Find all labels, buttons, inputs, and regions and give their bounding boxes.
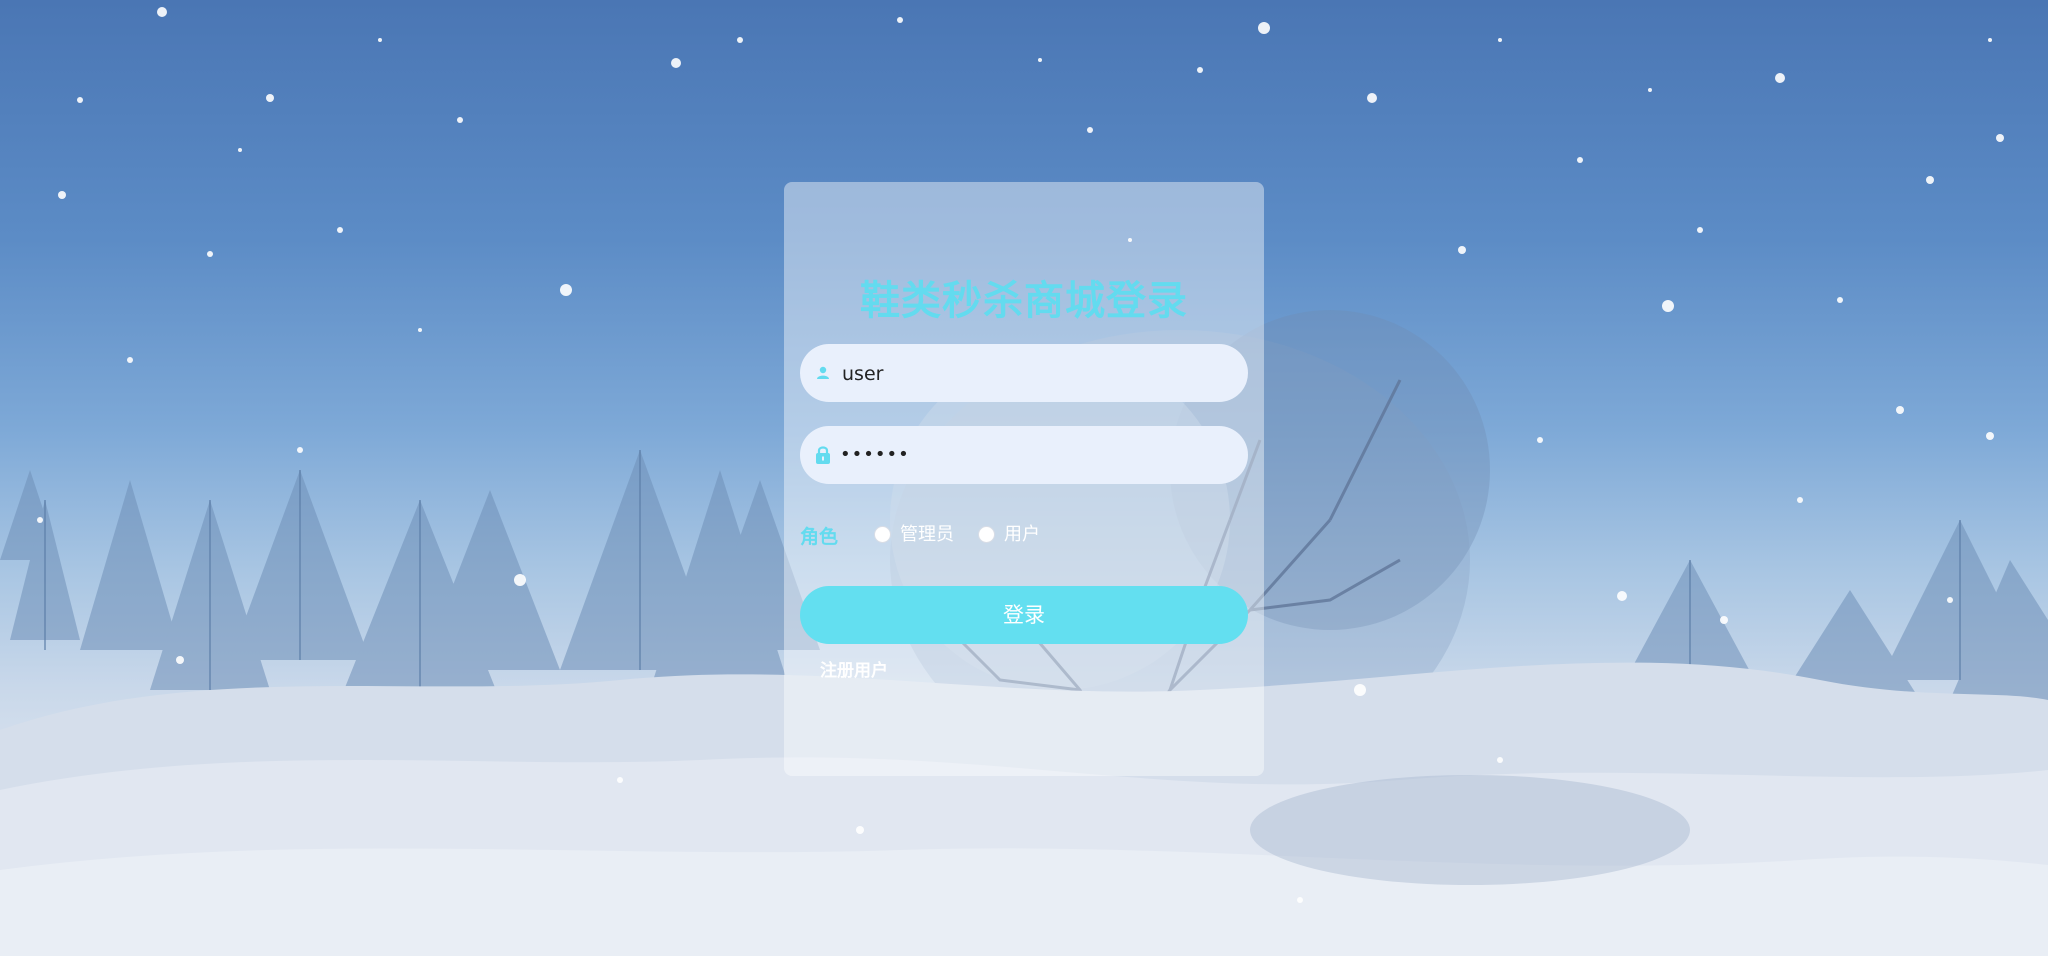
login-card: 鞋类秒杀商城登录 •••••• 角色 管理员 用户 [784,182,1264,776]
username-field[interactable] [800,344,1248,404]
snowy-landscape-background: 鞋类秒杀商城登录 •••••• 角色 管理员 用户 [0,0,2048,956]
role-selector: 角色 管理员 用户 [800,520,1248,550]
password-input[interactable]: •••••• [840,426,1230,484]
role-label: 角色 [800,526,839,548]
user-icon [817,366,829,379]
role-option-user-label: 用户 [1004,524,1040,545]
radio-button-admin[interactable] [874,526,891,543]
register-link[interactable]: 注册用户 [820,656,888,681]
radio-button-user[interactable] [978,526,995,543]
login-title: 鞋类秒杀商城登录 [860,278,1188,324]
lock-icon [816,446,830,464]
username-input[interactable] [840,344,1234,404]
password-field[interactable]: •••••• [800,426,1248,484]
login-button[interactable]: 登录 [800,586,1248,644]
role-option-admin-label: 管理员 [900,524,954,545]
